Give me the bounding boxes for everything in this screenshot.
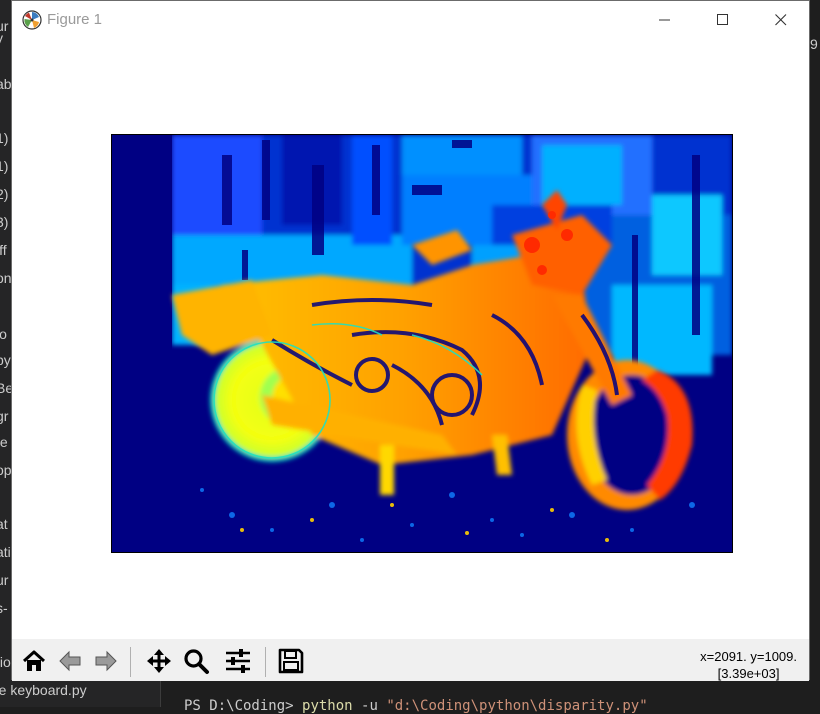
sliders-icon [226, 649, 250, 673]
terminal-command: python [302, 698, 353, 714]
zoom-button[interactable] [180, 645, 212, 677]
disparity-map-image [112, 135, 732, 552]
figure-window: Figure 1 x=2091. y=1009. [3.39e+03] [11, 0, 810, 681]
coords-xy: x=2091. y=1009. [700, 649, 797, 664]
forward-button[interactable] [90, 645, 122, 677]
coords-value: [3.39e+03] [717, 666, 780, 681]
minimize-button[interactable] [636, 1, 694, 39]
minimize-icon [659, 19, 670, 21]
back-button[interactable] [54, 645, 86, 677]
navigation-toolbar: x=2091. y=1009. [3.39e+03] [12, 639, 809, 681]
terminal-path: "d:\Coding\python\disparity.py" [386, 698, 648, 714]
terminal-prompt: PS D:\Coding> python -u "d:\Coding\pytho… [184, 698, 648, 714]
home-icon [22, 650, 46, 671]
floppy-disk-icon [278, 648, 304, 674]
close-button[interactable] [752, 1, 810, 39]
arrow-left-icon [59, 650, 81, 672]
pan-button[interactable] [143, 645, 175, 677]
matplotlib-logo-icon [22, 10, 42, 30]
toolbar-separator [130, 647, 131, 677]
arrow-right-icon [95, 650, 117, 672]
explorer-file-label: re keyboard.py [0, 682, 87, 698]
background-text-fragment: 9 [810, 36, 818, 52]
disparity-map-plot[interactable] [111, 134, 733, 553]
title-bar[interactable]: Figure 1 [12, 1, 809, 39]
cursor-coordinates: x=2091. y=1009. [3.39e+03] [700, 648, 797, 682]
terminal-prompt-text: PS D:\Coding> [184, 698, 294, 714]
magnifier-icon [184, 649, 209, 674]
window-title: Figure 1 [47, 11, 103, 28]
figure-canvas[interactable] [12, 39, 809, 639]
configure-subplots-button[interactable] [222, 645, 254, 677]
toolbar-separator [265, 647, 266, 677]
move-icon [147, 649, 171, 673]
save-button[interactable] [275, 645, 307, 677]
home-button[interactable] [18, 645, 50, 677]
terminal-flag: -u [361, 698, 378, 714]
maximize-icon [717, 14, 728, 25]
maximize-button[interactable] [694, 1, 752, 39]
close-icon [775, 14, 787, 26]
